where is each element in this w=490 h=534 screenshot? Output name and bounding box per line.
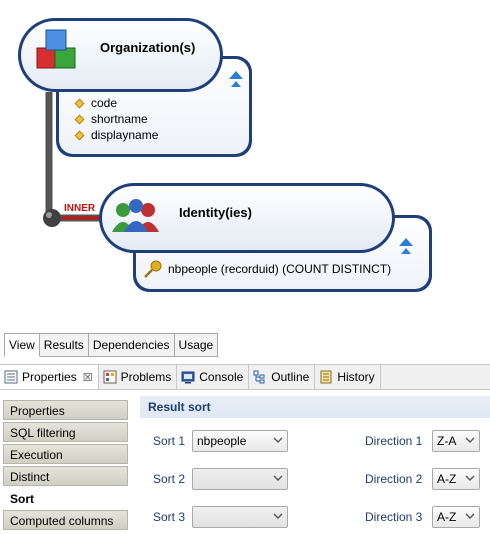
close-icon[interactable]: ☒	[83, 371, 93, 384]
field-label: shortname	[91, 112, 148, 126]
bottom-panel-tabs: Properties ☒ Problems Console Outline Hi…	[0, 364, 490, 390]
direction-3-label: Direction 3	[365, 510, 423, 524]
sort-3-label: Sort 3	[153, 510, 186, 524]
direction-1-select[interactable]: Z-A	[432, 430, 480, 452]
join-knob-highlight	[46, 212, 52, 218]
sort-1-label: Sort 1	[153, 434, 186, 448]
identity-node-title[interactable]: Identity(ies)	[179, 205, 252, 220]
nav-item-sort[interactable]: Sort	[3, 488, 128, 508]
outline-icon	[253, 370, 265, 384]
field-shortname[interactable]: shortname	[74, 112, 148, 126]
sort-2-select[interactable]	[192, 468, 288, 490]
console-icon	[181, 371, 195, 384]
direction-3-select[interactable]: A-Z	[432, 506, 480, 528]
tab-history[interactable]: History	[315, 365, 381, 389]
tab-outline[interactable]: Outline	[249, 365, 316, 389]
nav-item-execution[interactable]: Execution	[3, 444, 128, 464]
direction-1-label: Direction 1	[365, 434, 423, 448]
properties-icon	[4, 370, 18, 384]
tab-properties[interactable]: Properties ☒	[0, 365, 99, 389]
tab-problems-label: Problems	[120, 370, 172, 384]
query-diagram: Organization(s) code shortname displayna…	[0, 0, 490, 330]
direction-3-value: A-Z	[437, 510, 457, 524]
field-icon	[74, 98, 85, 108]
join-knob-icon[interactable]	[43, 209, 61, 227]
tab-history-label: History	[337, 370, 375, 384]
chevron-down-icon	[273, 437, 283, 443]
sort-1-value: nbpeople	[197, 434, 247, 448]
direction-2-label: Direction 2	[365, 472, 423, 486]
nav-item-sql-filtering[interactable]: SQL filtering	[3, 422, 128, 442]
chevron-down-icon	[465, 513, 475, 519]
chevron-down-icon	[465, 437, 475, 443]
tab-properties-label: Properties	[22, 370, 77, 384]
nav-item-computed-columns[interactable]: Computed columns	[3, 510, 128, 530]
direction-2-select[interactable]: A-Z	[432, 468, 480, 490]
join-type-label: INNER	[64, 203, 96, 214]
field-label: displayname	[91, 128, 159, 142]
problems-icon	[103, 370, 117, 384]
nav-item-distinct[interactable]: Distinct	[3, 466, 128, 486]
chevron-down-icon	[273, 475, 283, 481]
sort-2-label: Sort 2	[153, 472, 186, 486]
nav-item-properties[interactable]: Properties	[3, 400, 128, 420]
field-label: code	[91, 96, 118, 110]
chevron-down-icon	[465, 475, 475, 481]
editor-view-tabs: View Results Dependencies Usage	[4, 333, 219, 357]
field-icon	[74, 114, 85, 124]
tab-console[interactable]: Console	[177, 365, 250, 389]
field-icon	[74, 130, 85, 140]
history-icon	[320, 370, 332, 384]
tab-results[interactable]: Results	[39, 333, 89, 357]
sort-3-select[interactable]	[192, 506, 288, 528]
tab-problems[interactable]: Problems	[99, 365, 178, 389]
tab-view[interactable]: View	[4, 333, 40, 357]
properties-section-nav: Properties SQL filtering Execution Disti…	[3, 400, 128, 532]
tab-console-label: Console	[199, 370, 244, 384]
direction-2-value: A-Z	[437, 472, 457, 486]
tab-usage[interactable]: Usage	[174, 333, 219, 357]
direction-1-value: Z-A	[437, 434, 457, 448]
sort-1-select[interactable]: nbpeople	[192, 430, 288, 452]
field-displayname[interactable]: displayname	[74, 128, 159, 142]
tab-outline-label: Outline	[271, 370, 310, 384]
organization-node-title[interactable]: Organization(s)	[100, 40, 195, 55]
diagram-canvas	[18, 18, 432, 292]
chevron-down-icon	[273, 513, 283, 519]
tab-dependencies[interactable]: Dependencies	[88, 333, 175, 357]
field-code[interactable]: code	[74, 96, 118, 110]
result-sort-header: Result sort	[140, 396, 490, 418]
field-nbpeople[interactable]: nbpeople (recorduid) (COUNT DISTINCT)	[168, 262, 391, 276]
